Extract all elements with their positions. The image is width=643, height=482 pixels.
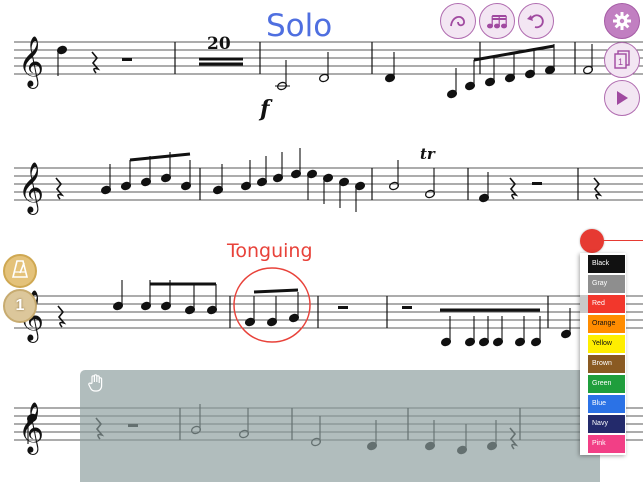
color-slider-track [603,240,643,241]
beam [129,152,191,162]
quarter-rest [593,177,603,200]
treble-clef: 𝄞 [18,162,44,215]
beam [253,288,299,294]
rest [532,182,542,185]
triplet-notes-icon [486,13,508,29]
note-entry-button[interactable] [479,3,515,39]
quarter-rest [55,177,65,200]
color-swatch-orange[interactable]: Orange [588,315,625,333]
color-picker-handle[interactable] [580,229,604,253]
color-swatch-green[interactable]: Green [588,375,625,393]
slur-tool-button[interactable] [440,3,476,39]
tonguing-circle[interactable] [233,267,311,343]
quarter-rest [91,51,101,74]
hand-icon[interactable] [88,374,106,392]
color-palette: Black Gray Red Orange Yellow Brown Green Blue Na… [580,253,626,455]
treble-clef: 𝄞 [18,36,44,89]
metronome-icon [11,259,29,283]
quarter-rest [57,305,67,328]
settings-button[interactable] [604,3,640,39]
selected-indicator [580,295,588,313]
trill-mark: tr [420,145,436,163]
pages-button[interactable]: 1 [604,42,640,78]
svg-text:1: 1 [618,57,623,67]
play-button[interactable] [604,80,640,116]
color-swatch-yellow[interactable]: Yellow [588,335,625,353]
gear-icon [612,11,632,31]
metronome-button[interactable] [3,254,37,288]
part-number-button[interactable]: 1 [3,289,37,323]
rest [402,306,412,309]
part-number: 1 [15,297,25,314]
rest [338,306,348,309]
pages-icon: 1 [613,50,631,70]
color-swatch-pink[interactable]: Pink [588,435,625,453]
color-swatch-red[interactable]: Red [588,295,625,313]
play-icon [615,90,629,106]
treble-clef: 𝄞 [18,402,44,455]
selection-region[interactable] [80,370,600,482]
quarter-rest [509,177,519,200]
color-swatch-navy[interactable]: Navy [588,415,625,433]
color-swatch-gray[interactable]: Gray [588,275,625,293]
rehearsal-number: 20 [207,34,231,54]
undo-button[interactable] [518,3,554,39]
dynamic-forte: f [258,96,273,122]
color-swatch-brown[interactable]: Brown [588,355,625,373]
tonguing-annotation[interactable]: Tonguing [226,240,313,262]
solo-annotation[interactable]: Solo [266,8,332,44]
color-swatch-black[interactable]: Black [588,255,625,273]
undo-icon [526,12,546,30]
slur-curve-icon [448,12,468,30]
color-swatch-blue[interactable]: Blue [588,395,625,413]
rest [122,58,132,61]
